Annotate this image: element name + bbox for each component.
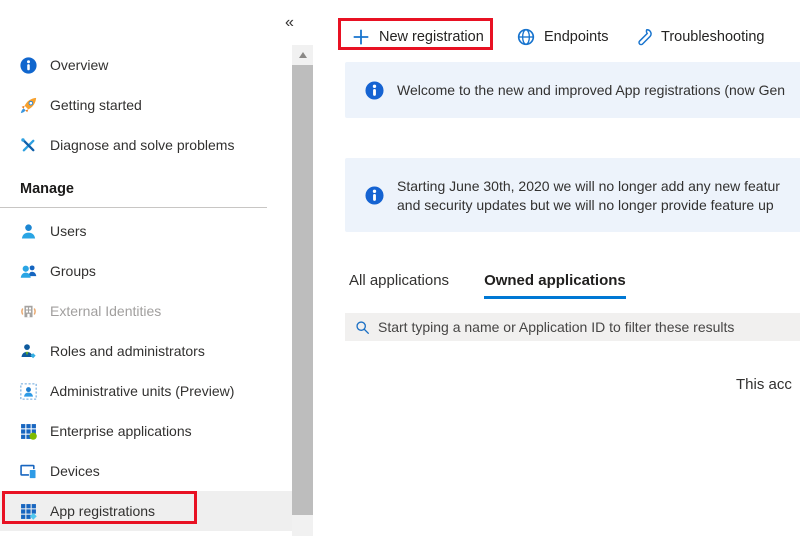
sidebar-section-manage: Manage: [0, 177, 292, 201]
deprecation-info-banner: Starting June 30th, 2020 we will no long…: [345, 158, 800, 232]
deprecation-line-1: Starting June 30th, 2020 we will no long…: [397, 178, 780, 194]
sidebar-scrollbar[interactable]: [292, 45, 313, 536]
welcome-banner-text: Welcome to the new and improved App regi…: [397, 82, 785, 98]
sidebar-item-administrative-units[interactable]: Administrative units (Preview): [0, 371, 292, 411]
rocket-icon: [20, 97, 37, 114]
sidebar-item-label: Administrative units (Preview): [50, 383, 234, 399]
sidebar-item-external-identities[interactable]: External Identities: [0, 291, 292, 331]
info-icon: [365, 186, 384, 205]
wrench-icon: [634, 28, 652, 46]
sidebar-item-label: Roles and administrators: [50, 343, 205, 359]
sidebar-item-devices[interactable]: Devices: [0, 451, 292, 491]
sidebar-item-roles-administrators[interactable]: Roles and administrators: [0, 331, 292, 371]
app-registrations-icon: [20, 503, 37, 520]
sidebar-item-diagnose[interactable]: Diagnose and solve problems: [0, 125, 292, 165]
sidebar-item-label: Groups: [50, 263, 96, 279]
external-identities-icon: [20, 303, 37, 320]
scrollbar-up-button[interactable]: [292, 45, 313, 65]
app-registrations-page: y « Overview: [0, 0, 800, 536]
sidebar-item-label: Enterprise applications: [50, 423, 192, 439]
users-icon: [20, 263, 37, 280]
sidebar-item-label: External Identities: [50, 303, 161, 319]
tab-all-applications[interactable]: All applications: [349, 266, 449, 299]
sidebar-item-users[interactable]: Users: [0, 211, 292, 251]
troubleshooting-button[interactable]: Troubleshooting: [634, 19, 764, 55]
sidebar-item-groups[interactable]: Groups: [0, 251, 292, 291]
new-registration-button[interactable]: New registration: [352, 19, 484, 55]
filter-search-input[interactable]: [378, 319, 800, 335]
globe-icon: [517, 28, 535, 46]
sidebar-item-label: Diagnose and solve problems: [50, 137, 234, 153]
plus-icon: [352, 28, 370, 46]
sidebar-item-label: Devices: [50, 463, 100, 479]
scrollbar-up-icon: [299, 52, 307, 58]
applications-tabs: All applications Owned applications: [349, 266, 626, 299]
info-icon: [365, 81, 384, 100]
search-icon: [355, 320, 370, 335]
deprecation-line-2: and security updates but we will no long…: [397, 197, 780, 213]
admin-units-icon: [20, 383, 37, 400]
account-partial-text: This acc: [736, 376, 792, 393]
filter-searchbox[interactable]: [345, 313, 800, 341]
sidebar-item-overview[interactable]: Overview: [0, 45, 292, 85]
sidebar-item-label: Getting started: [50, 97, 142, 113]
troubleshooting-label: Troubleshooting: [661, 29, 764, 45]
info-icon: [20, 57, 37, 74]
welcome-info-banner: Welcome to the new and improved App regi…: [345, 62, 800, 118]
sidebar-item-enterprise-applications[interactable]: Enterprise applications: [0, 411, 292, 451]
roles-icon: [20, 343, 37, 360]
endpoints-label: Endpoints: [544, 29, 609, 45]
sidebar-divider: [0, 207, 267, 208]
tools-icon: [20, 137, 37, 154]
deprecation-banner-text: Starting June 30th, 2020 we will no long…: [397, 178, 780, 213]
endpoints-button[interactable]: Endpoints: [517, 19, 609, 55]
sidebar-collapse-button[interactable]: «: [285, 14, 294, 32]
sidebar-item-getting-started[interactable]: Getting started: [0, 85, 292, 125]
sidebar-item-label: App registrations: [50, 503, 155, 519]
devices-icon: [20, 463, 37, 480]
sidebar: « Overview Getting st: [0, 0, 313, 536]
sidebar-item-label: Overview: [50, 57, 108, 73]
scrollbar-thumb[interactable]: [292, 65, 313, 515]
user-icon: [20, 223, 37, 240]
enterprise-applications-icon: [20, 423, 37, 440]
tab-owned-applications[interactable]: Owned applications: [484, 266, 626, 299]
sidebar-nav: Overview Getting started: [0, 45, 292, 531]
sidebar-item-app-registrations[interactable]: App registrations: [0, 491, 292, 531]
new-registration-label: New registration: [379, 29, 484, 45]
sidebar-item-label: Users: [50, 223, 87, 239]
